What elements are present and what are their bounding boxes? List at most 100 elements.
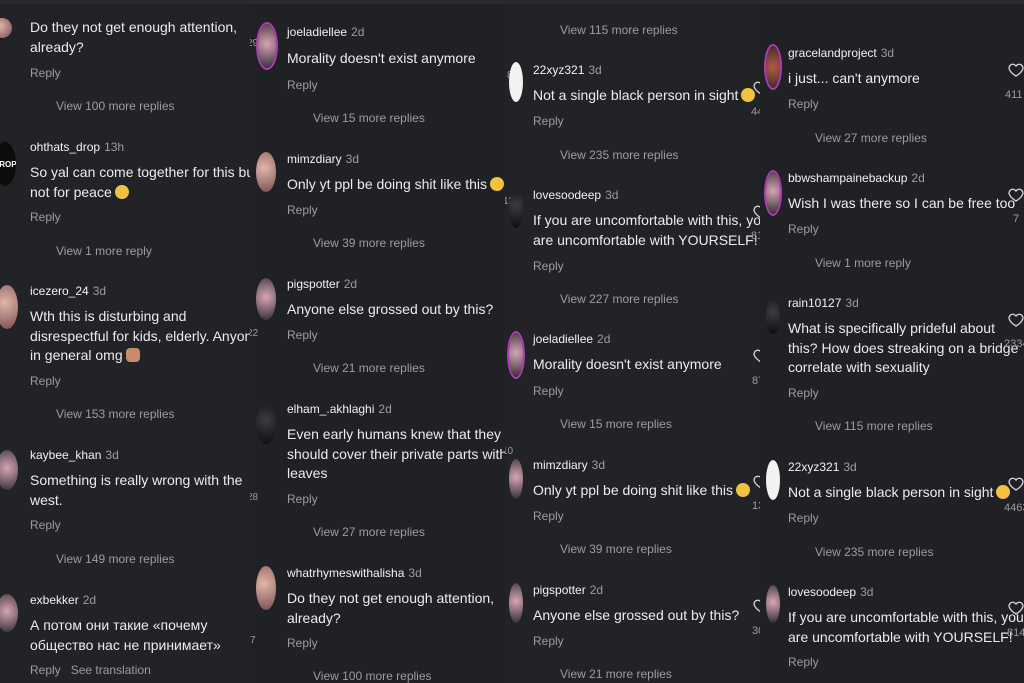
- view-more-replies[interactable]: View 27 more replies: [815, 131, 927, 145]
- reply-button[interactable]: Reply: [30, 66, 61, 80]
- avatar[interactable]: [0, 285, 18, 329]
- view-more-replies[interactable]: View 21 more replies: [560, 667, 672, 681]
- reply-button[interactable]: Reply: [30, 374, 61, 388]
- heart-outline-icon[interactable]: [753, 474, 760, 490]
- comment-username[interactable]: gracelandproject 3d: [788, 46, 894, 60]
- reply-button[interactable]: Reply: [788, 97, 819, 111]
- comment-username[interactable]: pigspotter 2d: [533, 583, 603, 597]
- avatar[interactable]: [509, 190, 523, 228]
- comment-username[interactable]: bbwshampainebackup 2d: [788, 171, 925, 185]
- avatar[interactable]: [766, 172, 780, 214]
- comment-username[interactable]: ohthats_drop 13h: [30, 140, 124, 154]
- heart-outline-icon[interactable]: [753, 204, 760, 220]
- reply-button[interactable]: Reply: [788, 511, 819, 525]
- view-more-replies[interactable]: View 115 more replies: [560, 23, 678, 37]
- view-more-replies[interactable]: View 1 more reply: [815, 256, 911, 270]
- view-more-replies[interactable]: View 227 more replies: [560, 292, 679, 306]
- avatar[interactable]: [0, 594, 18, 632]
- heart-outline-icon[interactable]: [1008, 600, 1024, 616]
- avatar[interactable]: [509, 62, 523, 102]
- heart-outline-icon[interactable]: [753, 80, 760, 96]
- avatar[interactable]: [509, 459, 523, 499]
- avatar[interactable]: [0, 450, 18, 490]
- view-more-replies[interactable]: View 100 more replies: [313, 669, 432, 683]
- like-count: 871: [752, 375, 760, 387]
- comment-text: Morality doesn't exist anymore: [287, 50, 476, 66]
- comment-username[interactable]: icezero_24 3d: [30, 284, 106, 298]
- avatar[interactable]: [766, 298, 780, 334]
- comment-username[interactable]: lovesoodeep 3d: [533, 188, 618, 202]
- emoji-icon: [490, 177, 504, 191]
- reply-button[interactable]: Reply: [788, 222, 819, 236]
- view-more-replies[interactable]: View 27 more replies: [313, 525, 425, 539]
- view-more-replies[interactable]: View 15 more replies: [560, 417, 672, 431]
- see-translation-link[interactable]: See translation: [71, 663, 151, 677]
- avatar[interactable]: [766, 46, 780, 88]
- comment-text: А потом они такие «почему общество нас не…: [30, 617, 221, 653]
- view-more-replies[interactable]: View 15 more replies: [313, 111, 425, 125]
- comment-username[interactable]: 22xyz321 3d: [788, 460, 857, 474]
- avatar[interactable]: [256, 152, 276, 192]
- avatar[interactable]: [258, 24, 276, 68]
- view-more-replies[interactable]: View 149 more replies: [56, 552, 175, 566]
- heart-outline-icon[interactable]: [753, 348, 760, 364]
- view-more-replies[interactable]: View 21 more replies: [313, 361, 425, 375]
- view-more-replies[interactable]: View 235 more replies: [560, 148, 679, 162]
- avatar[interactable]: [0, 18, 12, 38]
- reply-button[interactable]: Reply: [287, 328, 318, 342]
- comment-username[interactable]: kaybee_khan 3d: [30, 448, 119, 462]
- panel-header-strip: [760, 0, 1024, 4]
- comment-username[interactable]: exbekker 2d: [30, 593, 96, 607]
- comment-username[interactable]: rain10127 3d: [788, 296, 859, 310]
- heart-outline-icon[interactable]: [1008, 187, 1024, 203]
- reply-button[interactable]: Reply: [788, 386, 819, 400]
- avatar[interactable]: [766, 460, 780, 500]
- avatar[interactable]: [509, 333, 523, 377]
- reply-button[interactable]: Reply: [30, 518, 61, 532]
- avatar[interactable]: [766, 585, 780, 623]
- comment-username[interactable]: joeladiellee 2d: [287, 25, 364, 39]
- reply-button[interactable]: Reply: [287, 203, 318, 217]
- comment-text: Not a single black person in sight: [788, 483, 1011, 503]
- avatar[interactable]: [256, 404, 276, 444]
- reply-button[interactable]: Reply: [287, 636, 318, 650]
- heart-outline-icon[interactable]: [753, 598, 760, 614]
- reply-button[interactable]: Reply: [533, 509, 564, 523]
- comment-username[interactable]: joeladiellee 2d: [533, 332, 610, 346]
- view-more-replies[interactable]: View 100 more replies: [56, 99, 175, 113]
- reply-button[interactable]: Reply: [533, 114, 564, 128]
- comment-username[interactable]: mimzdiary 3d: [533, 458, 605, 472]
- reply-button[interactable]: Reply: [533, 259, 564, 273]
- like-count: 2334: [1004, 338, 1024, 350]
- view-more-replies[interactable]: View 115 more replies: [815, 419, 933, 433]
- view-more-replies[interactable]: View 235 more replies: [815, 545, 934, 559]
- avatar[interactable]: [256, 566, 276, 610]
- avatar[interactable]: [256, 278, 276, 320]
- comment-username[interactable]: mimzdiary 3d: [287, 152, 359, 166]
- view-more-replies[interactable]: View 39 more replies: [313, 236, 425, 250]
- comment-username[interactable]: 22xyz321 3d: [533, 63, 602, 77]
- heart-outline-icon[interactable]: [1008, 312, 1024, 328]
- comment-text: So yal can come together for this but not…: [30, 164, 250, 200]
- view-more-replies[interactable]: View 153 more replies: [56, 407, 175, 421]
- comment-username[interactable]: pigspotter 2d: [287, 277, 357, 291]
- reply-button[interactable]: Reply: [287, 78, 318, 92]
- heart-outline-icon[interactable]: [1008, 476, 1024, 492]
- comment-text: Only yt ppl be doing shit like this: [533, 481, 750, 501]
- reply-button[interactable]: Reply: [788, 655, 819, 669]
- heart-outline-icon[interactable]: [1008, 62, 1024, 78]
- view-more-replies[interactable]: View 1 more reply: [56, 244, 152, 258]
- avatar[interactable]: [509, 583, 523, 623]
- comment-username[interactable]: elham_.akhlaghi 2d: [287, 402, 392, 416]
- reply-button[interactable]: Reply: [287, 492, 318, 506]
- reply-button[interactable]: Reply: [30, 210, 61, 224]
- comment-username[interactable]: whatrhymeswithalisha 3d: [287, 566, 422, 580]
- panel-header-strip: [505, 0, 760, 4]
- reply-button[interactable]: Reply See translation: [30, 663, 151, 677]
- reply-button[interactable]: Reply: [533, 634, 564, 648]
- view-more-replies[interactable]: View 39 more replies: [560, 542, 672, 556]
- avatar[interactable]: DROP: [0, 142, 16, 186]
- comment-text: i just... can't anymore: [788, 70, 920, 86]
- comment-username[interactable]: lovesoodeep 3d: [788, 585, 873, 599]
- reply-button[interactable]: Reply: [533, 384, 564, 398]
